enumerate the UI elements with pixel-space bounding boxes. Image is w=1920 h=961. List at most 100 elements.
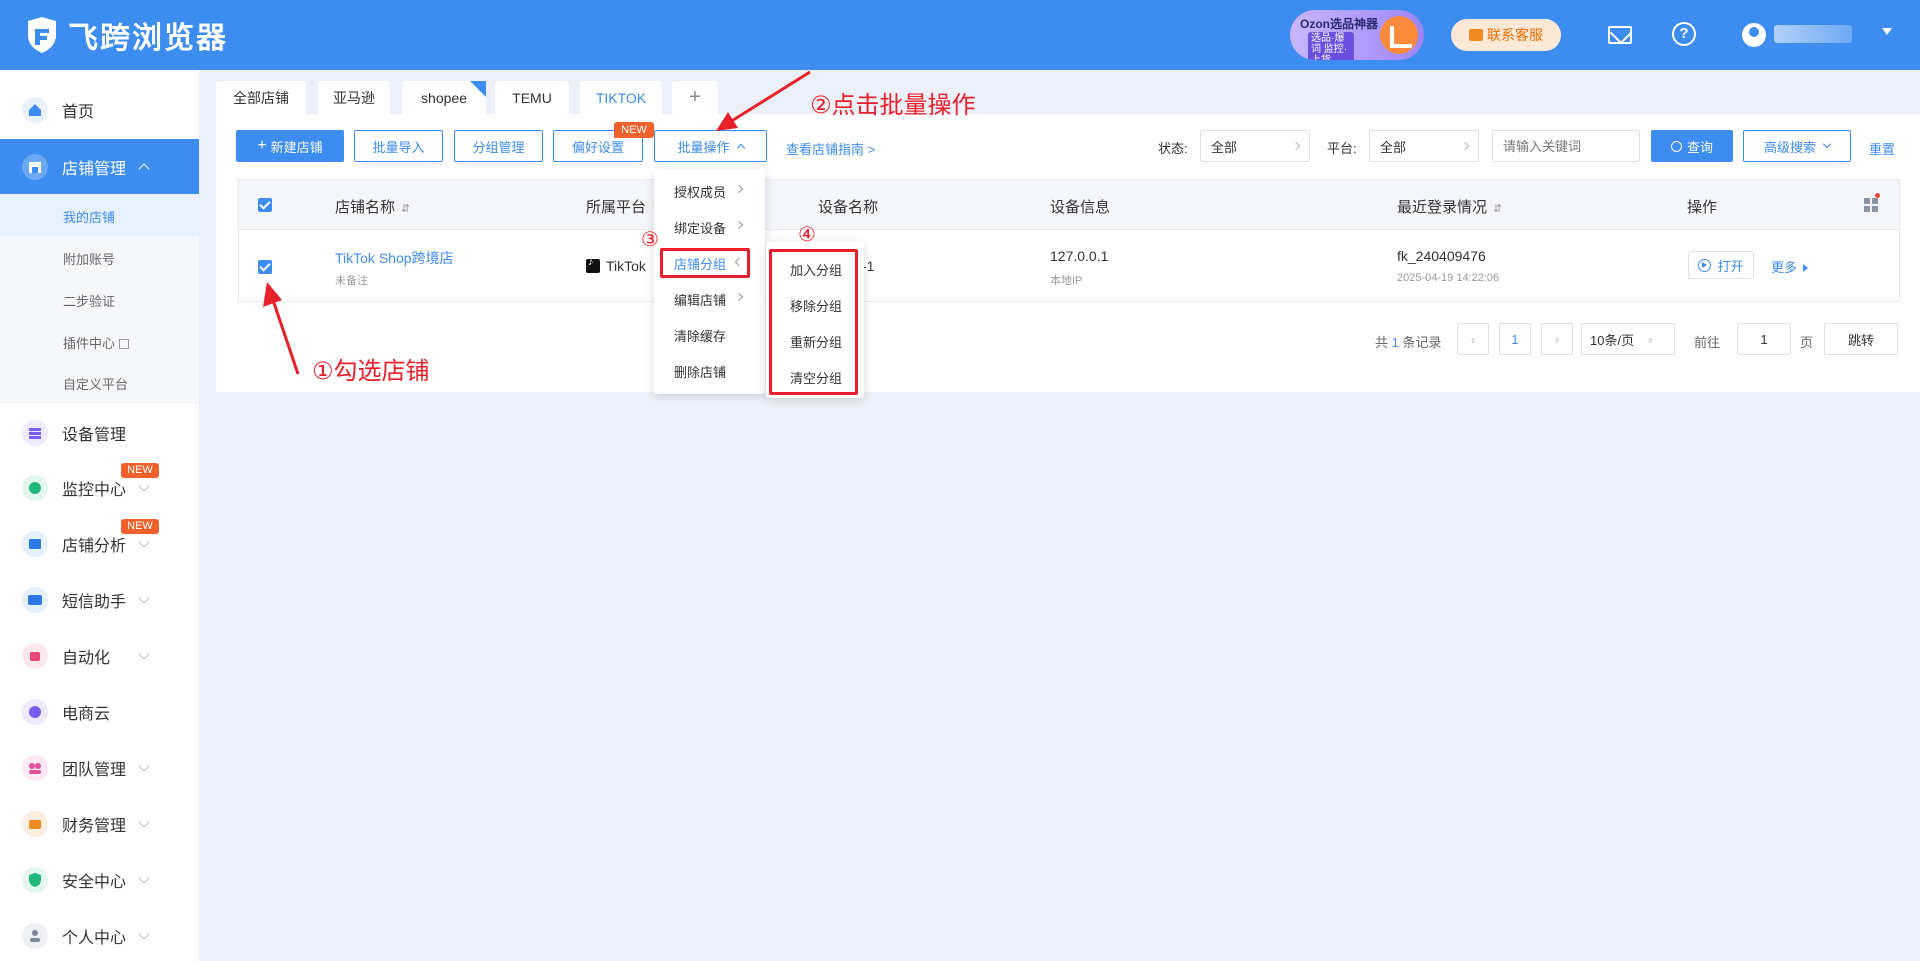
sidebar-item-ecloud[interactable]: 电商云 [0, 687, 199, 737]
sidebar-subitem-my-stores[interactable]: 我的店铺 [63, 207, 115, 226]
goto-page-input[interactable]: 1 [1737, 323, 1791, 355]
sidebar-item-analysis[interactable]: 店铺分析 [0, 519, 199, 569]
new-store-button[interactable]: + 新建店铺 [236, 130, 344, 162]
new-badge: NEW [121, 519, 159, 534]
sidebar-item-store-manage[interactable]: 店铺管理 [0, 139, 199, 195]
menu-item-authorize-members[interactable]: 授权成员 [674, 182, 726, 201]
page-suffix: 页 [1800, 335, 1814, 350]
add-tab-button[interactable]: + [672, 81, 718, 114]
sidebar-item-automation[interactable]: 自动化 [0, 631, 199, 681]
user-avatar-icon[interactable] [1742, 23, 1766, 47]
page-number-button[interactable]: 1 [1499, 323, 1531, 355]
chevron-right-icon [734, 184, 744, 194]
sidebar-item-label: 店铺分析 [62, 538, 127, 555]
chevron-down-icon [138, 872, 150, 884]
sidebar-item-personal[interactable]: 个人中心 [0, 911, 199, 961]
mail-icon[interactable] [1608, 26, 1632, 44]
menu-item-edit-store[interactable]: 编辑店铺 [674, 290, 726, 309]
platform-value: 全部 [1380, 139, 1407, 155]
user-icon [22, 923, 48, 949]
prev-page-button[interactable]: ‹ [1457, 323, 1489, 355]
sidebar-subitem-custom-platform[interactable]: 自定义平台 [63, 374, 128, 393]
reset-link[interactable]: 重置 [1869, 139, 1895, 158]
chevron-down-icon [1822, 139, 1832, 149]
platform-name: TikTok [606, 258, 646, 274]
open-store-button[interactable]: 打开 [1688, 251, 1754, 279]
tab-all-stores[interactable]: 全部店铺 [216, 81, 306, 114]
contact-service-button[interactable]: 联系客服 [1451, 19, 1561, 51]
menu-item-bind-device[interactable]: 绑定设备 [674, 218, 726, 237]
sidebar-item-label: 短信助手 [62, 594, 127, 611]
batch-import-button[interactable]: 批量导入 [354, 130, 443, 162]
sidebar-item-home[interactable]: 首页 [0, 85, 199, 135]
sidebar-item-label: 团队管理 [62, 762, 127, 779]
column-header-store-name[interactable]: 店铺名称 ⇵ [335, 196, 410, 217]
tab-shopee[interactable]: shopee [402, 81, 486, 114]
logo-shield-icon [28, 17, 56, 53]
column-header-actions: 操作 [1687, 199, 1718, 216]
tab-amazon[interactable]: 亚马逊 [318, 81, 390, 114]
sidebar-item-label: 财务管理 [62, 818, 127, 835]
next-page-button[interactable]: › [1541, 323, 1573, 355]
store-icon [22, 154, 48, 180]
query-button[interactable]: 查询 [1651, 130, 1733, 162]
total-prefix: 共 [1375, 335, 1389, 350]
sidebar-item-label: 首页 [62, 104, 95, 121]
batch-operations-button[interactable]: 批量操作 [654, 130, 767, 162]
sidebar-subitem-extra-accounts[interactable]: 附加账号 [63, 249, 115, 268]
sidebar-subitem-plugins[interactable]: 插件中心 [63, 333, 130, 352]
app-logo[interactable]: 飞跨浏览器 [24, 14, 228, 56]
promo-chart-icon [1380, 16, 1418, 54]
sidebar-item-finance[interactable]: 财务管理 [0, 799, 199, 849]
tab-temu[interactable]: TEMU [495, 81, 569, 114]
more-actions-link[interactable]: 更多 [1771, 257, 1809, 276]
sort-icon[interactable]: ⇵ [401, 202, 410, 215]
chat-icon [1469, 29, 1483, 41]
caret-down-icon[interactable] [1882, 28, 1892, 35]
highlight-box-group-submenu [769, 249, 858, 395]
store-guide-link[interactable]: 查看店铺指南 > [786, 139, 875, 158]
help-icon[interactable]: ? [1672, 22, 1696, 46]
page-size-select[interactable]: 10条/页 › [1581, 323, 1675, 355]
sort-icon[interactable]: ⇵ [1493, 202, 1502, 215]
sidebar: 首页 店铺管理 我的店铺 附加账号 二步验证 插件中心 自定义平台 设备管理 监… [0, 70, 199, 961]
column-settings-icon[interactable] [1864, 198, 1878, 212]
new-store-label: 新建店铺 [270, 139, 323, 155]
team-icon [22, 755, 48, 781]
row-checkbox[interactable] [258, 260, 272, 274]
sidebar-item-monitor[interactable]: 监控中心 [0, 463, 199, 513]
ozon-promo-banner[interactable]: Ozon选品神器 选品·爆词 监控·上货 [1290, 10, 1424, 60]
sidebar-subitem-2fa[interactable]: 二步验证 [63, 291, 115, 310]
select-all-checkbox[interactable] [258, 198, 272, 212]
cloud-icon [22, 699, 48, 725]
status-select[interactable]: 全部 [1200, 130, 1310, 162]
user-name[interactable]: ▪ ▪▪▪▪▪ ▪ [1774, 25, 1852, 43]
advanced-search-button[interactable]: 高级搜索 [1743, 130, 1851, 162]
new-badge: NEW [614, 122, 654, 138]
sidebar-item-sms[interactable]: 短信助手 [0, 575, 199, 625]
highlight-box-store-group [660, 248, 750, 278]
menu-item-clear-cache[interactable]: 清除缓存 [674, 326, 726, 345]
chevron-down-icon [138, 536, 150, 548]
tab-tiktok[interactable]: TIKTOK [580, 81, 662, 114]
home-icon [22, 97, 48, 123]
play-icon [1698, 258, 1712, 272]
device-icon [22, 420, 48, 446]
status-label: 状态: [1158, 141, 1188, 156]
top-header: 飞跨浏览器 Ozon选品神器 选品·爆词 监控·上货 联系客服 ? ▪ ▪▪▪▪… [0, 0, 1920, 70]
column-header-last-login[interactable]: 最近登录情况 ⇵ [1397, 196, 1502, 217]
sidebar-item-team[interactable]: 团队管理 [0, 743, 199, 793]
menu-item-delete-store[interactable]: 删除店铺 [674, 362, 726, 381]
annotation-step1: ①勾选店铺 [312, 358, 430, 385]
store-name-link[interactable]: TikTok Shop跨境店 [335, 248, 454, 268]
jump-button[interactable]: 跳转 [1824, 323, 1898, 355]
chevron-up-icon [138, 163, 150, 175]
analysis-icon [22, 531, 48, 557]
sidebar-item-security[interactable]: 安全中心 [0, 855, 199, 905]
keyword-input[interactable] [1492, 130, 1640, 162]
platform-select[interactable]: 全部 [1369, 130, 1479, 162]
open-label: 打开 [1717, 258, 1744, 274]
group-manage-button[interactable]: 分组管理 [454, 130, 543, 162]
sidebar-item-devices[interactable]: 设备管理 [0, 408, 199, 458]
goto-label: 前往 [1694, 335, 1721, 350]
